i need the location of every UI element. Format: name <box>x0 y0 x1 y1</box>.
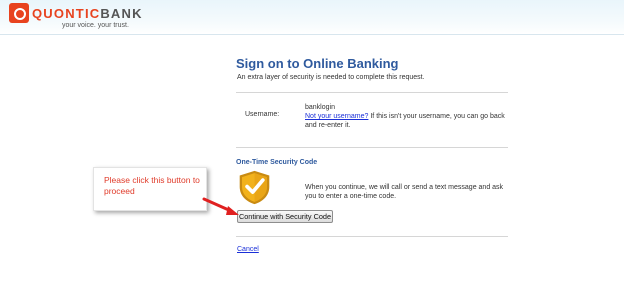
username-note: Not your username? If this isn't your us… <box>305 112 505 130</box>
username-value: banklogin <box>305 104 335 111</box>
page-title: Sign on to Online Banking <box>236 56 399 71</box>
security-code-description: When you continue, we will call or send … <box>305 184 504 200</box>
brand-logo[interactable]: QUONTICBANK <box>32 6 143 21</box>
username-label: Username: <box>245 111 280 118</box>
quontic-logo-icon <box>9 3 29 23</box>
header: QUONTICBANK your voice. your trust. <box>0 0 624 35</box>
arrow-icon <box>202 197 239 215</box>
cancel-link[interactable]: Cancel <box>237 246 259 253</box>
divider <box>236 147 508 148</box>
tagline: your voice. your trust. <box>62 22 129 29</box>
divider <box>236 92 508 93</box>
section-title: One-Time Security Code <box>236 159 318 166</box>
callout-text: Please click this button to proceed <box>104 175 200 196</box>
logo-brand-prefix: QUONTIC <box>32 6 101 21</box>
divider <box>236 236 508 237</box>
not-your-username-link[interactable]: Not your username? <box>305 113 368 120</box>
shield-check-icon <box>239 170 270 205</box>
instruction-callout: Please click this button to proceed <box>93 167 207 211</box>
continue-with-security-code-button[interactable]: Continue with Security Code <box>237 210 333 223</box>
page-subtitle: An extra layer of security is needed to … <box>237 74 425 81</box>
logo-brand-suffix: BANK <box>100 6 143 21</box>
